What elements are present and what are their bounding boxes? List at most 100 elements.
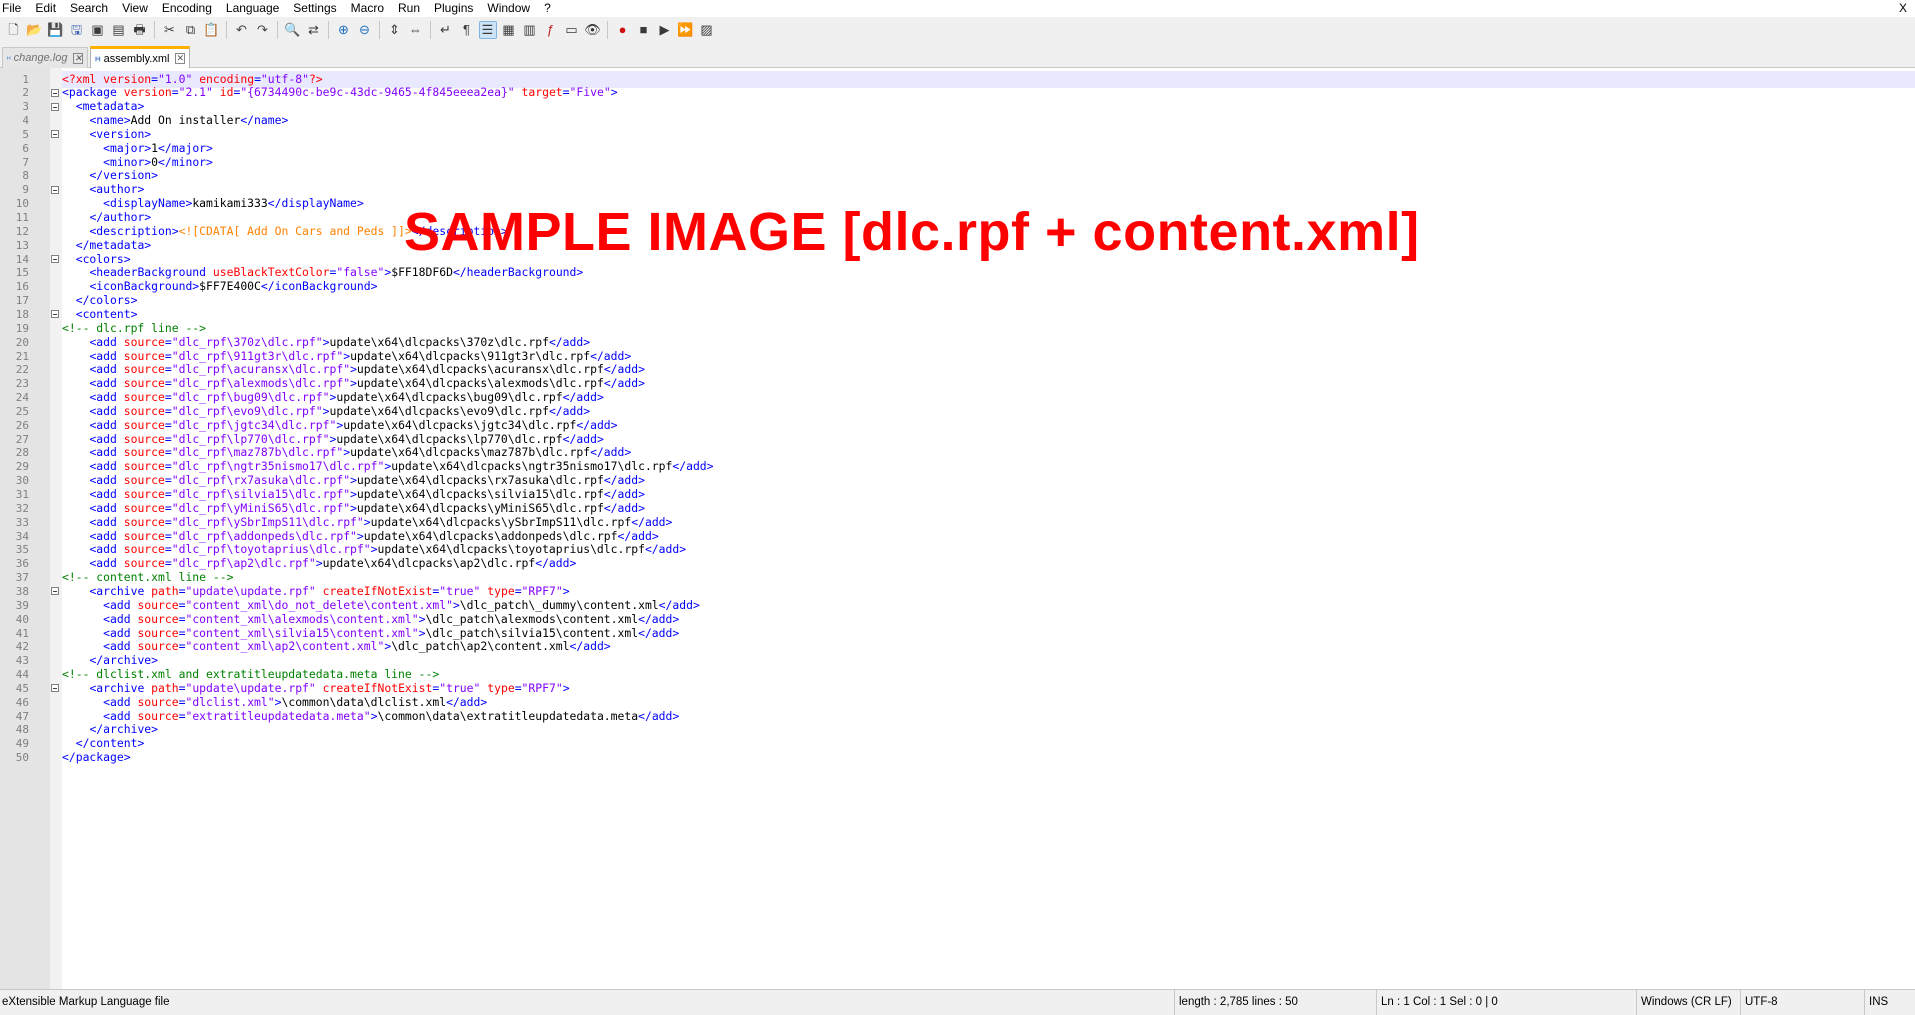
close-all-icon[interactable]: ▤ bbox=[110, 21, 128, 39]
code-token: kamikami333 bbox=[192, 196, 268, 211]
record-macro-icon[interactable]: ● bbox=[614, 21, 632, 39]
code-token: "extratitleupdatedata.meta" bbox=[185, 708, 371, 723]
status-cursor-position[interactable]: Ln : 1 Col : 1 Sel : 0 | 0 bbox=[1376, 990, 1637, 1015]
code-token: > bbox=[315, 556, 323, 571]
editor-area[interactable]: 1 2 3 4 5 6 7 8 9 10 11 12 13 14 15 16 17 18 19 20 21 22 23 24 2… bbox=[0, 68, 1915, 989]
document-map-icon[interactable]: ▥ bbox=[521, 21, 539, 39]
sample-image-watermark: SAMPLE IMAGE [dlc.rpf + content.xml] bbox=[404, 202, 1420, 262]
sync-vertical-icon[interactable]: ⇕ bbox=[386, 21, 404, 39]
code-token: </add> bbox=[535, 556, 577, 571]
code-token: </minor> bbox=[158, 154, 213, 169]
code-token: > bbox=[562, 680, 570, 695]
close-tab-icon[interactable]: ✕ bbox=[175, 53, 185, 64]
show-all-characters-icon[interactable]: ¶ bbox=[458, 21, 476, 39]
status-length-lines: length : 2,785 lines : 50 bbox=[1174, 990, 1377, 1015]
run-macro-multiple-icon[interactable]: ⏩ bbox=[677, 21, 695, 39]
code-token: = bbox=[562, 85, 570, 100]
save-all-icon[interactable]: 🖫 bbox=[68, 21, 86, 39]
user-defined-language-icon[interactable]: ▦ bbox=[500, 21, 518, 39]
menu-bar: File Edit Search View Encoding Language Settin… bbox=[0, 0, 1915, 17]
menu-search[interactable]: Search bbox=[63, 0, 115, 17]
sync-horizontal-icon[interactable]: ⇔ bbox=[407, 21, 425, 39]
menu-view[interactable]: View bbox=[115, 0, 155, 17]
menu-plugins[interactable]: Plugins bbox=[427, 0, 480, 17]
toolbar-separator bbox=[430, 20, 431, 39]
save-macro-icon[interactable]: ▨ bbox=[698, 21, 716, 39]
playback-macro-icon[interactable]: ▶ bbox=[656, 21, 674, 39]
saved-file-icon bbox=[95, 56, 101, 61]
toolbar-separator bbox=[154, 20, 155, 39]
print-icon[interactable]: 🖶 bbox=[131, 21, 149, 39]
zoom-in-icon[interactable]: ⊕ bbox=[335, 21, 353, 39]
code-line[interactable]: <package version="2.1" id="{6734490c-be9… bbox=[62, 84, 618, 101]
copy-icon[interactable]: ⧉ bbox=[182, 21, 200, 39]
find-icon[interactable]: 🔍 bbox=[284, 21, 302, 39]
code-token: target bbox=[521, 85, 563, 100]
stop-recording-icon[interactable]: ■ bbox=[635, 21, 653, 39]
tab-change-log[interactable]: change.log ✕ bbox=[2, 47, 88, 68]
fold-toggle-icon[interactable] bbox=[51, 130, 59, 139]
line-number-gutter[interactable]: 1 2 3 4 5 6 7 8 9 10 11 12 13 14 15 16 17 18 19 20 21 22 23 24 2… bbox=[0, 68, 50, 989]
tab-bar: change.log ✕ assembly.xml ✕ bbox=[0, 42, 1915, 68]
code-token: </add> bbox=[638, 625, 680, 640]
toolbar-separator bbox=[226, 20, 227, 39]
menu-encoding[interactable]: Encoding bbox=[155, 0, 219, 17]
status-eol-format[interactable]: Windows (CR LF) bbox=[1636, 990, 1741, 1015]
fold-toggle-icon[interactable] bbox=[51, 88, 59, 97]
menu-file[interactable]: File bbox=[0, 0, 28, 17]
menu-settings[interactable]: Settings bbox=[286, 0, 343, 17]
zoom-out-icon[interactable]: ⊖ bbox=[356, 21, 374, 39]
folder-as-workspace-icon[interactable]: ▭ bbox=[563, 21, 581, 39]
paste-icon[interactable]: 📋 bbox=[203, 21, 221, 39]
monitoring-icon[interactable]: 👁 bbox=[584, 21, 602, 39]
cut-icon[interactable]: ✂ bbox=[161, 21, 179, 39]
status-insert-mode[interactable]: INS bbox=[1864, 990, 1915, 1015]
fold-toggle-icon[interactable] bbox=[51, 310, 59, 319]
toolbar-separator bbox=[607, 20, 608, 39]
indent-guide-icon[interactable]: ☰ bbox=[478, 20, 497, 39]
word-wrap-icon[interactable]: ↵ bbox=[437, 21, 455, 39]
code-token: type bbox=[487, 680, 515, 695]
code-line[interactable]: </package> bbox=[62, 749, 131, 766]
tab-label: change.log bbox=[13, 52, 68, 64]
save-icon[interactable]: 💾 bbox=[47, 21, 65, 39]
menu-language[interactable]: Language bbox=[219, 0, 286, 17]
fold-toggle-icon[interactable] bbox=[51, 185, 59, 194]
toolbar: 🗋 📂 💾 🖫 ▣ ▤ 🖶 ✂ ⧉ 📋 ↶ ↷ 🔍 ⇄ ⊕ ⊖ ⇕ ⇔ ↵ ¶ ☰ ▦ ▥ ƒ ▭ 👁 ● ■ ▶ ⏩ ▨ bbox=[0, 17, 1915, 42]
fold-toggle-icon[interactable] bbox=[51, 102, 59, 111]
tab-assembly-xml[interactable]: assembly.xml ✕ bbox=[90, 46, 190, 68]
menu-help[interactable]: ? bbox=[537, 0, 558, 17]
new-file-icon[interactable]: 🗋 bbox=[5, 21, 23, 39]
menu-macro[interactable]: Macro bbox=[344, 0, 391, 17]
menu-window[interactable]: Window bbox=[480, 0, 537, 17]
code-token: "2.1" bbox=[178, 85, 213, 100]
status-file-type: eXtensible Markup Language file bbox=[2, 996, 170, 1008]
fold-toggle-icon[interactable] bbox=[51, 684, 59, 693]
toolbar-separator bbox=[277, 20, 278, 39]
open-file-icon[interactable]: 📂 bbox=[26, 21, 44, 39]
menu-edit[interactable]: Edit bbox=[28, 0, 63, 17]
code-token: </name> bbox=[240, 113, 289, 128]
status-encoding[interactable]: UTF-8 bbox=[1740, 990, 1865, 1015]
close-document-button[interactable]: X bbox=[1899, 0, 1907, 17]
menu-run[interactable]: Run bbox=[391, 0, 427, 17]
code-token: "RPF7" bbox=[521, 680, 563, 695]
close-tab-icon[interactable]: ✕ bbox=[73, 52, 83, 64]
code-token: </package> bbox=[62, 750, 131, 765]
fold-toggle-icon[interactable] bbox=[51, 255, 59, 264]
tab-label: assembly.xml bbox=[103, 52, 170, 65]
undo-icon[interactable]: ↶ bbox=[233, 21, 251, 39]
close-icon[interactable]: ▣ bbox=[89, 21, 107, 39]
fold-margin[interactable] bbox=[50, 68, 62, 989]
code-token: \dlc_patch\ap2\content.xml bbox=[391, 639, 570, 654]
fold-toggle-icon[interactable] bbox=[51, 587, 59, 596]
code-token: </headerBackground> bbox=[452, 265, 584, 280]
replace-icon[interactable]: ⇄ bbox=[305, 21, 323, 39]
redo-icon[interactable]: ↷ bbox=[254, 21, 272, 39]
function-list-icon[interactable]: ƒ bbox=[542, 21, 560, 39]
code-token: </iconBackground> bbox=[260, 279, 378, 294]
code-token: </add> bbox=[644, 542, 687, 557]
status-bar: eXtensible Markup Language file length :… bbox=[0, 989, 1915, 1015]
code-token: </add> bbox=[672, 459, 714, 474]
